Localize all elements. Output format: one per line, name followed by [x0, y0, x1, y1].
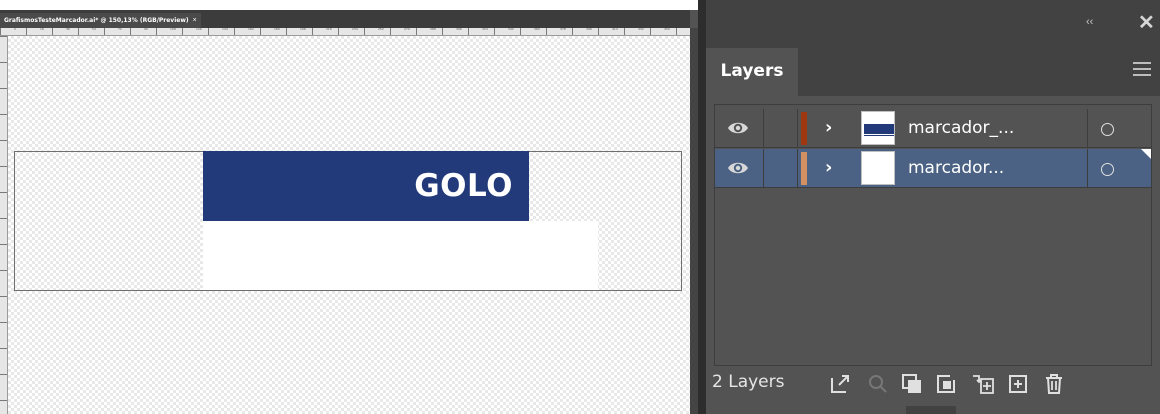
document-window: GrafismosTesteMarcador.ai* @ 150,13% (RG…	[0, 10, 698, 414]
ruler-label: 126	[196, 27, 202, 31]
layers-list: › marcador_... › marcador...	[714, 104, 1152, 366]
layer-name[interactable]: marcador...	[908, 149, 1004, 188]
layer-color-swatch	[801, 112, 807, 145]
column-separator	[1087, 149, 1088, 188]
ruler-label: 54	[92, 27, 96, 31]
banner-text[interactable]: GOLO	[414, 151, 513, 221]
close-icon[interactable]: ×	[193, 17, 197, 24]
panel-resize-grip[interactable]	[906, 406, 956, 414]
banner-shape[interactable]: GOLO	[203, 151, 529, 221]
ruler-label: 432	[638, 27, 644, 31]
new-layer-icon[interactable]	[1006, 372, 1030, 396]
ruler-label: 396	[586, 27, 592, 31]
expand-chevron-icon[interactable]: ›	[825, 115, 832, 141]
target-circle-icon[interactable]	[1101, 123, 1114, 136]
ruler-label: 90	[144, 27, 148, 31]
ruler-label: 108	[170, 27, 176, 31]
ruler-label: 18	[40, 27, 44, 31]
ruler-label: 378	[560, 27, 566, 31]
panel-title-bar: ‹‹ ✕	[706, 0, 1160, 48]
document-tab-bar: GrafismosTesteMarcador.ai* @ 150,13% (RG…	[0, 10, 690, 28]
ruler-label: 198	[300, 27, 306, 31]
clipping-mask-icon[interactable]	[900, 372, 924, 396]
column-separator	[763, 109, 764, 148]
ruler-label: 36	[66, 27, 70, 31]
collect-in-new-layer-icon[interactable]	[971, 372, 995, 396]
tab-strip	[798, 48, 1160, 96]
ruler-label: 306	[456, 27, 462, 31]
canvas[interactable]: GOLO	[8, 36, 690, 414]
ruler-label: 72	[118, 27, 122, 31]
illustrator-workspace: GrafismosTesteMarcador.ai* @ 150,13% (RG…	[0, 0, 1160, 414]
ruler-label: 162	[248, 27, 254, 31]
layer-color-swatch	[801, 152, 807, 185]
vertical-ruler[interactable]	[0, 36, 8, 414]
expand-chevron-icon[interactable]: ›	[825, 155, 832, 181]
panel-footer: 2 Layers	[706, 366, 1160, 406]
ruler-labels: 0 18 36 54 72 90 108 126 144 162 180 198 216 234 252 27…	[14, 27, 676, 31]
ruler-label: 414	[612, 27, 618, 31]
ruler-label: 0	[14, 27, 16, 31]
layers-panel: ‹‹ ✕ Layers › marcador_... › marcador...…	[706, 0, 1160, 414]
layer-row[interactable]: › marcador_...	[715, 109, 1151, 148]
new-sublayer-icon[interactable]	[935, 372, 959, 396]
ruler-label: 342	[508, 27, 514, 31]
ruler-label: 270	[404, 27, 410, 31]
collapse-icon[interactable]: ‹‹	[1086, 16, 1093, 28]
ruler-label: 450	[664, 27, 670, 31]
vertical-scrollbar[interactable]	[690, 28, 698, 414]
close-icon[interactable]: ✕	[1138, 10, 1155, 35]
target-circle-icon[interactable]	[1101, 163, 1114, 176]
panel-divider[interactable]	[698, 0, 706, 414]
document-tab[interactable]: GrafismosTesteMarcador.ai* @ 150,13% (RG…	[0, 13, 201, 28]
eye-icon[interactable]	[727, 159, 749, 177]
ruler-label: 216	[326, 27, 332, 31]
ruler-label: 252	[378, 27, 384, 31]
layer-thumbnail	[861, 151, 895, 185]
column-separator	[1087, 109, 1088, 148]
white-rectangle[interactable]	[203, 221, 598, 290]
column-separator	[797, 109, 798, 148]
tab-layers[interactable]: Layers	[706, 48, 798, 96]
layer-thumbnail	[861, 111, 895, 145]
document-tab-title: GrafismosTesteMarcador.ai* @ 150,13% (RG…	[4, 17, 189, 24]
ruler-label: 180	[274, 27, 280, 31]
selection-indicator	[1141, 149, 1151, 159]
layer-name[interactable]: marcador_...	[908, 109, 1014, 148]
column-separator	[763, 149, 764, 188]
column-separator	[797, 149, 798, 188]
trash-icon[interactable]	[1042, 372, 1066, 396]
ruler-label: 144	[222, 27, 228, 31]
ruler-label: 360	[534, 27, 540, 31]
ruler-label: 324	[482, 27, 488, 31]
layer-row-selected[interactable]: › marcador...	[715, 149, 1151, 188]
ruler-label: 234	[352, 27, 358, 31]
horizontal-ruler[interactable]: 0 18 36 54 72 90 108 126 144 162 180 198 216 234 252 27…	[0, 27, 690, 36]
eye-icon[interactable]	[727, 119, 749, 137]
tab-layers-label: Layers	[720, 61, 784, 81]
ruler-label: 288	[430, 27, 436, 31]
export-icon[interactable]	[828, 372, 852, 396]
panel-menu-icon[interactable]	[1133, 62, 1151, 76]
layers-count: 2 Layers	[712, 372, 785, 392]
locate-object-icon[interactable]	[866, 372, 890, 396]
